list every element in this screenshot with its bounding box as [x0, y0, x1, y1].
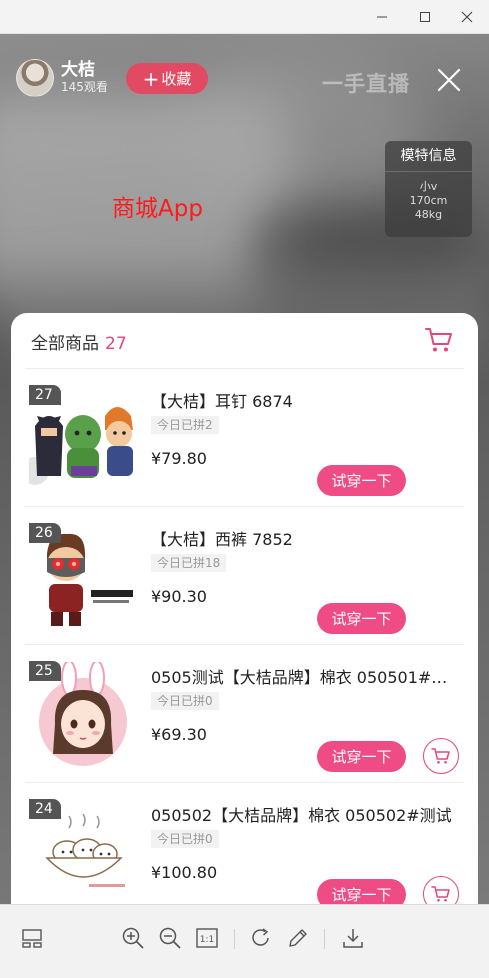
- toolbar-divider: [324, 929, 325, 949]
- product-price: ¥90.30: [151, 587, 207, 606]
- viewer-count: 145观看: [61, 80, 108, 94]
- product-price: ¥79.80: [151, 449, 207, 468]
- product-index-badge: 25: [29, 661, 61, 681]
- zoom-out-icon[interactable]: [157, 925, 183, 951]
- product-item[interactable]: 26 【大桔】西裤 7852 今日已拼18 ¥90.30 试穿一下: [25, 507, 464, 645]
- window-titlebar: [0, 0, 489, 34]
- viewer-toolbar: 1:1: [0, 904, 489, 978]
- model-weight: 48kg: [414, 208, 443, 221]
- model-info-title: 模特信息: [385, 141, 472, 172]
- product-name[interactable]: 050502【大桔品牌】棉衣 050502#测试: [151, 802, 461, 826]
- model-size: 小v: [419, 180, 438, 193]
- product-name[interactable]: 0505测试【大桔品牌】棉衣 050501#测试: [151, 664, 461, 688]
- actual-size-label: 1:1: [200, 935, 214, 945]
- edit-icon[interactable]: [285, 925, 311, 951]
- product-item[interactable]: 24 050502【大桔品牌】棉衣 050502#测试 今日已拼0 ¥100.8…: [25, 783, 464, 904]
- product-index-badge: 27: [29, 385, 61, 405]
- product-price: ¥100.80: [151, 863, 218, 882]
- host-info[interactable]: 大桔 145观看: [16, 59, 108, 97]
- actual-size-icon[interactable]: 1:1: [194, 925, 220, 951]
- download-icon[interactable]: [340, 925, 366, 951]
- group-buy-tag: 今日已拼2: [151, 416, 219, 434]
- product-count-title: 全部商品 27: [31, 329, 127, 354]
- product-name[interactable]: 【大桔】西裤 7852: [151, 526, 461, 550]
- add-to-cart-icon[interactable]: [423, 738, 459, 774]
- favorite-button[interactable]: + 收藏: [126, 63, 208, 94]
- product-sheet-header: 全部商品 27: [25, 313, 464, 369]
- try-on-button[interactable]: 试穿一下: [317, 603, 406, 634]
- brand-watermark: 一手直播: [322, 72, 410, 96]
- product-item[interactable]: 27 【大桔】耳钉 6874 今日已拼2 ¥79.80 试穿一下: [25, 369, 464, 507]
- product-price: ¥69.30: [151, 725, 207, 744]
- thumbnail-icon[interactable]: [19, 925, 45, 951]
- product-sheet: 全部商品 27 27 【大桔】耳钉 6874 今日已拼2 ¥79.80 试穿一下…: [11, 313, 478, 904]
- overlay-text: 商城App: [112, 196, 203, 222]
- group-buy-tag: 今日已拼18: [151, 554, 227, 572]
- group-buy-tag: 今日已拼0: [151, 830, 219, 848]
- all-products-label: 全部商品: [31, 334, 99, 354]
- product-item[interactable]: 25 0505测试【大桔品牌】棉衣 050501#测试 今日已拼0 ¥69.30…: [25, 645, 464, 783]
- minimize-icon[interactable]: [370, 5, 394, 29]
- product-count: 27: [105, 334, 127, 354]
- favorite-label: 收藏: [161, 70, 192, 88]
- toolbar-divider: [234, 929, 235, 949]
- close-icon[interactable]: [455, 5, 479, 29]
- try-on-button[interactable]: 试穿一下: [317, 741, 406, 772]
- product-index-badge: 26: [29, 523, 61, 543]
- maximize-icon[interactable]: [413, 5, 437, 29]
- group-buy-tag: 今日已拼0: [151, 692, 219, 710]
- avatar[interactable]: [16, 59, 54, 97]
- zoom-in-icon[interactable]: [120, 925, 146, 951]
- model-info-card[interactable]: 模特信息 小v 170cm 48kg: [385, 141, 472, 237]
- close-stream-icon[interactable]: [436, 67, 462, 93]
- try-on-button[interactable]: 试穿一下: [317, 465, 406, 496]
- host-name: 大桔: [61, 60, 95, 80]
- rotate-icon[interactable]: [248, 925, 274, 951]
- try-on-button[interactable]: 试穿一下: [317, 879, 406, 904]
- product-name[interactable]: 【大桔】耳钉 6874: [151, 388, 461, 412]
- product-index-badge: 24: [29, 799, 61, 819]
- plus-icon: +: [142, 66, 160, 91]
- add-to-cart-icon[interactable]: [423, 876, 459, 904]
- model-height: 170cm: [409, 194, 448, 207]
- cart-icon[interactable]: [424, 326, 454, 354]
